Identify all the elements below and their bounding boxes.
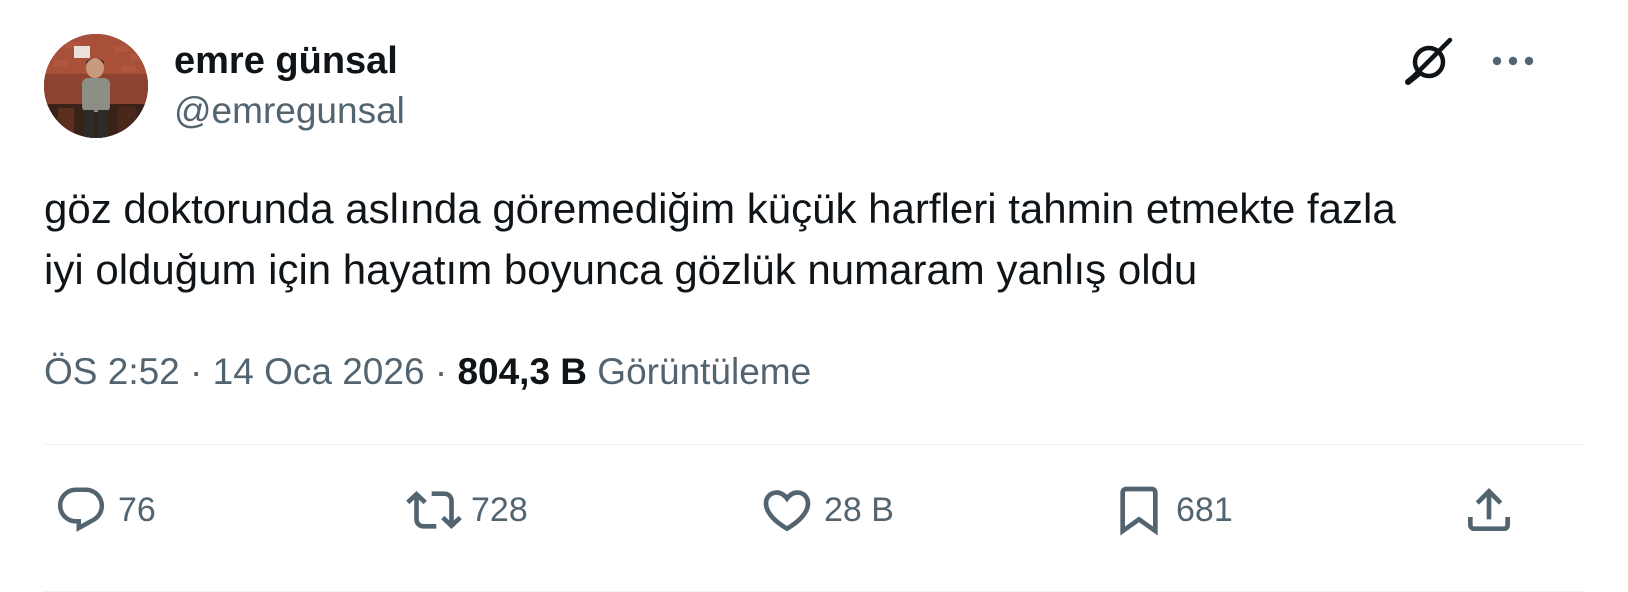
- author-display-name[interactable]: emre günsal: [174, 38, 405, 84]
- share-button[interactable]: [1460, 478, 1518, 542]
- action-bar: 76 728 28 B 681: [0, 478, 1628, 542]
- views-label: Görüntüleme: [587, 351, 812, 392]
- heart-icon: [758, 481, 816, 539]
- tweet-meta: ÖS 2:52 · 14 Oca 2026 · 804,3 B Görüntül…: [44, 346, 811, 398]
- bookmark-count: 681: [1176, 490, 1233, 529]
- reply-count: 76: [118, 490, 156, 529]
- tweet-header: emre günsal @emregunsal: [44, 34, 405, 138]
- reply-button[interactable]: 76: [52, 478, 156, 542]
- reply-bubble-icon: [52, 481, 110, 539]
- tweet-time[interactable]: ÖS 2:52: [44, 351, 180, 392]
- more-horizontal-icon[interactable]: [1486, 34, 1540, 88]
- bookmark-icon: [1110, 481, 1168, 539]
- bookmark-button[interactable]: 681: [1110, 478, 1233, 542]
- retweet-count: 728: [471, 490, 528, 529]
- retweet-arrows-icon: [405, 481, 463, 539]
- avatar-image: [44, 34, 148, 138]
- like-button[interactable]: 28 B: [758, 478, 894, 542]
- share-upload-icon: [1460, 481, 1518, 539]
- retweet-button[interactable]: 728: [405, 478, 528, 542]
- grok-icon[interactable]: [1402, 34, 1456, 88]
- divider: [44, 444, 1584, 445]
- tweet-date[interactable]: 14 Oca 2026: [213, 351, 425, 392]
- meta-separator: ·: [424, 351, 458, 392]
- views-count[interactable]: 804,3 B: [457, 351, 587, 392]
- author-handle[interactable]: @emregunsal: [174, 88, 405, 134]
- avatar[interactable]: [44, 34, 148, 138]
- meta-separator: ·: [179, 351, 213, 392]
- tweet-card: emre günsal @emregunsal göz doktorunda a…: [0, 0, 1628, 592]
- like-count: 28 B: [824, 490, 894, 529]
- author-identity: emre günsal @emregunsal: [174, 38, 405, 134]
- header-actions: [1402, 34, 1540, 88]
- tweet-text: göz doktorunda aslında göremediğim küçük…: [44, 185, 1396, 293]
